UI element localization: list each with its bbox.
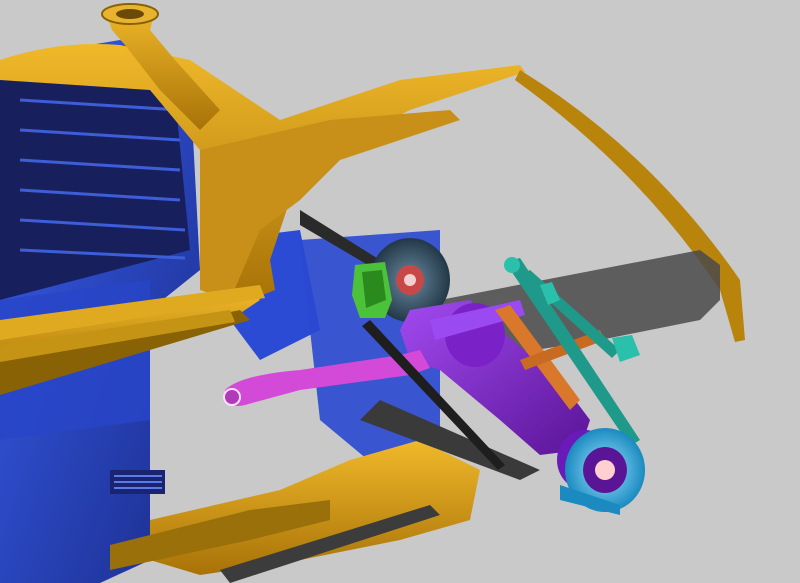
scene-svg[interactable] [0,0,800,583]
brake-caliper[interactable] [352,262,392,318]
scan-viewport[interactable] [0,0,800,583]
